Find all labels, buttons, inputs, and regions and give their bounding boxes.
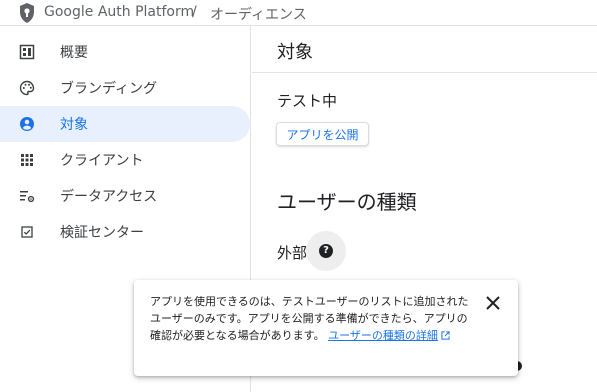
product-name[interactable]: Google Auth Platform [44,4,194,20]
page-title: 対象 [277,42,313,63]
account-circle-icon [20,117,34,131]
learn-more-link-label: ユーザーの種類の詳細 [328,329,438,342]
sidebar-item-overview[interactable]: 概要 [0,34,251,70]
sidebar-item-label: 対象 [60,117,88,133]
sidebar-item-verification[interactable]: 検証センター [0,214,251,250]
palette-icon [19,80,35,96]
tooltip-message: アプリを使用できるのは、テストユーザーのリストに追加されたユーザーのみです。アプ… [150,293,470,344]
close-icon[interactable] [484,294,502,312]
sidebar-item-label: 検証センター [60,225,144,241]
user-type-heading: ユーザーの種類 [277,190,417,214]
sidebar-item-label: データアクセス [60,189,158,205]
top-header: Google Auth Platform / オーディエンス [0,0,597,26]
data-settings-icon [20,191,35,203]
shield-icon [20,3,34,23]
apps-grid-icon [21,154,33,166]
learn-more-link[interactable]: ユーザーの種類の詳細 [328,329,450,342]
open-in-new-icon [441,331,450,340]
verified-check-icon [21,226,33,238]
sidebar-item-audience[interactable]: 対象 [0,106,250,142]
publishing-status: テスト中 [277,92,338,110]
breadcrumb-separator: / [192,4,197,20]
help-icon: ? [319,244,333,258]
sidebar-item-clients[interactable]: クライアント [0,142,251,178]
user-type-tooltip: アプリを使用できるのは、テストユーザーのリストに追加されたユーザーのみです。アプ… [134,280,518,376]
publish-app-button[interactable]: アプリを公開 [276,122,369,146]
sidebar-item-label: ブランディング [60,81,158,97]
help-button[interactable]: ? [306,231,346,271]
sidebar-item-branding[interactable]: ブランディング [0,70,251,106]
breadcrumb-current: オーディエンス [210,7,307,23]
sidebar-item-label: 概要 [60,45,88,61]
sidebar-item-label: クライアント [60,153,144,169]
sidebar-item-data-access[interactable]: データアクセス [0,178,251,214]
title-divider [252,72,597,73]
user-type-value: 外部 [277,244,308,262]
dashboard-icon [19,44,35,60]
